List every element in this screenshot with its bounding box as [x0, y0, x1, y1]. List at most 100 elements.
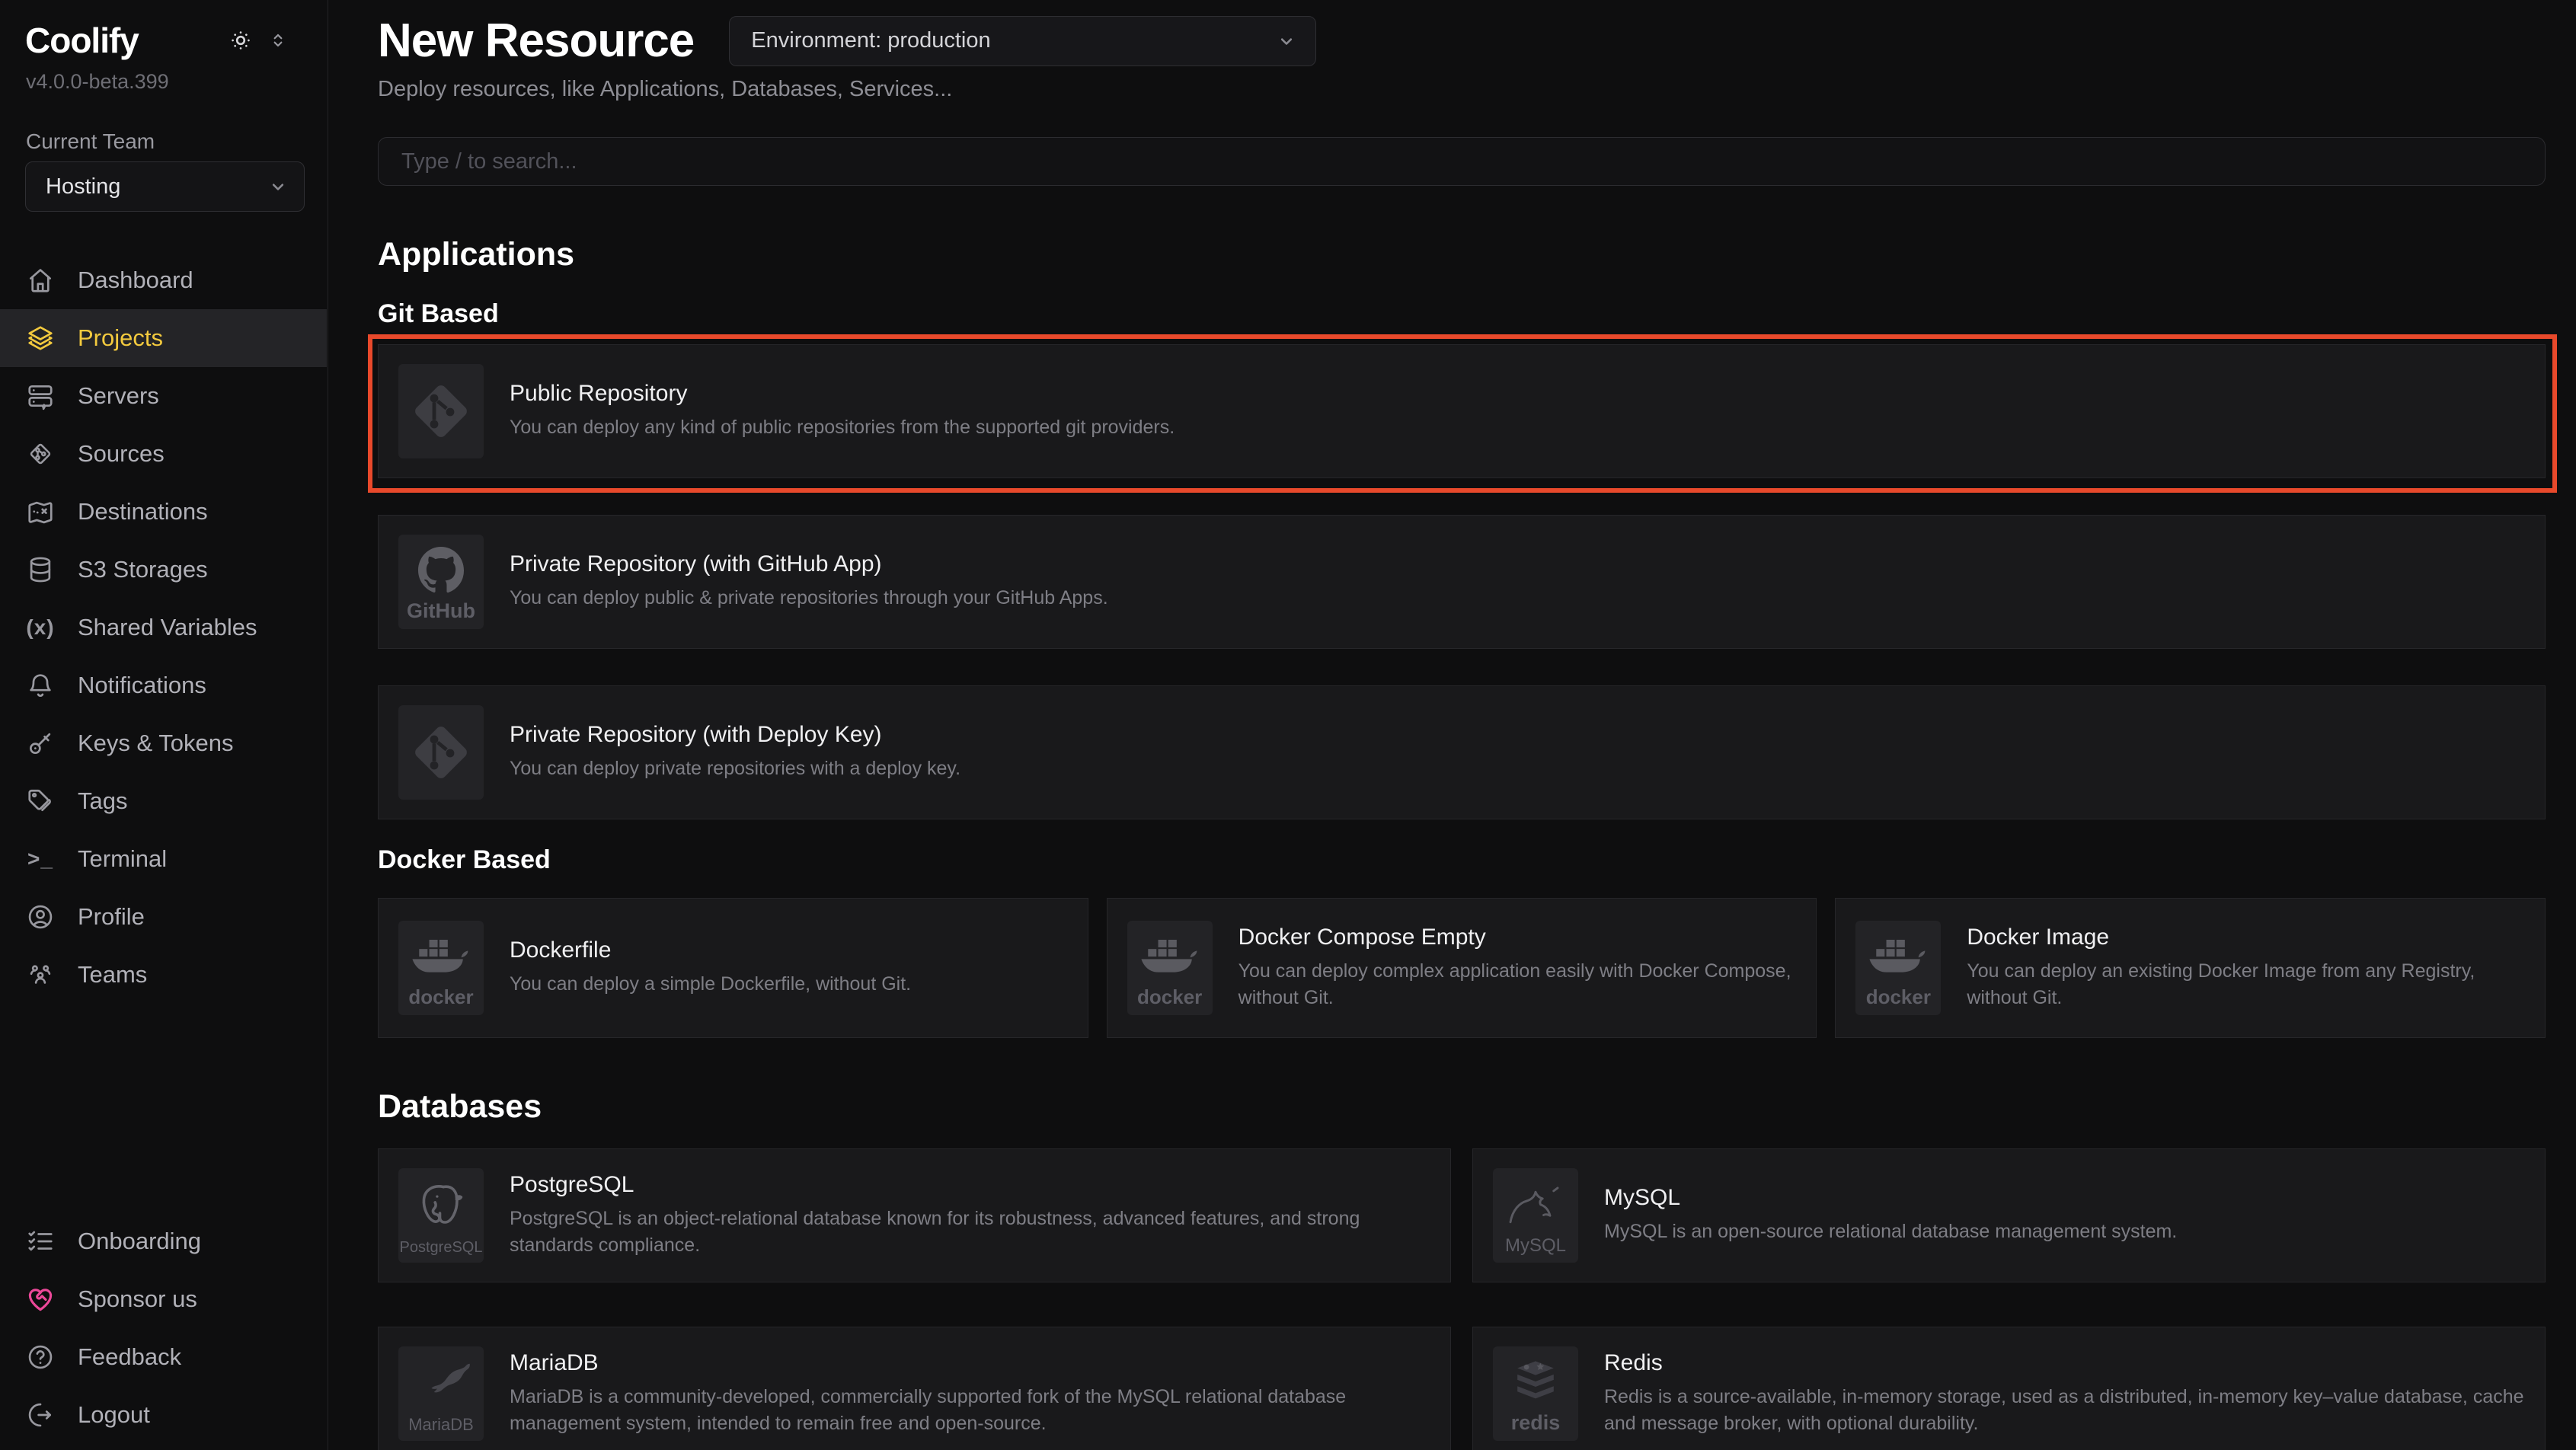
docker-based-heading: Docker Based	[378, 845, 2546, 875]
server-icon	[26, 382, 55, 410]
environment-select-value: Environment: production	[751, 28, 990, 53]
sidebar-item-shared-variables[interactable]: (x) Shared Variables	[0, 599, 327, 656]
coolify-app: Coolify v4.0.0-beta.399 Current Team Hos…	[0, 0, 2576, 1450]
sidebar-item-terminal[interactable]: >_ Terminal	[0, 830, 327, 888]
search-input[interactable]	[379, 138, 2545, 185]
team-select[interactable]: Hosting	[25, 161, 305, 212]
checklist-icon	[26, 1227, 55, 1256]
card-description: Redis is a source-available, in-memory s…	[1604, 1384, 2525, 1438]
docker-icon: docker	[1855, 921, 1941, 1015]
app-logo: Coolify	[25, 20, 139, 61]
git-icon	[398, 705, 484, 800]
sidebar-item-dashboard[interactable]: Dashboard	[0, 251, 327, 309]
mysql-wordmark: MySQL	[1505, 1235, 1566, 1257]
chevron-down-icon	[1276, 30, 1297, 52]
variables-icon: (x)	[26, 613, 55, 642]
brand-row: Coolify	[25, 20, 288, 61]
home-icon	[26, 266, 55, 295]
team-select-value: Hosting	[46, 174, 120, 200]
docker-card-list: docker Dockerfile You can deploy a simpl…	[378, 898, 2546, 1038]
git-card-list: Public Repository You can deploy any kin…	[378, 344, 2546, 819]
database-icon	[26, 555, 55, 584]
page-title: New Resource	[378, 14, 694, 68]
postgresql-icon: PostgreSQL	[398, 1168, 484, 1263]
sidebar-item-logout[interactable]: Logout	[0, 1386, 327, 1444]
git-icon	[398, 364, 484, 458]
card-mariadb[interactable]: MariaDB MariaDB MariaDB is a community-d…	[378, 1327, 1451, 1450]
sidebar-item-feedback[interactable]: Feedback	[0, 1328, 327, 1386]
sidebar-item-sponsor-us[interactable]: Sponsor us	[0, 1270, 327, 1328]
sidebar-item-teams[interactable]: Teams	[0, 946, 327, 1004]
card-description: PostgreSQL is an object-relational datab…	[510, 1206, 1430, 1260]
card-description: MySQL is an open-source relational datab…	[1604, 1218, 2177, 1246]
sidebar-item-onboarding[interactable]: Onboarding	[0, 1212, 327, 1270]
docker-icon: docker	[1127, 921, 1213, 1015]
current-team-label: Current Team	[26, 129, 155, 154]
mysql-icon: MySQL	[1493, 1168, 1578, 1263]
card-description: You can deploy an existing Docker Image …	[1967, 958, 2525, 1012]
card-title: Redis	[1604, 1350, 2525, 1376]
github-wordmark: GitHub	[407, 599, 475, 623]
applications-heading: Applications	[378, 236, 2546, 273]
app-version: v4.0.0-beta.399	[26, 70, 169, 94]
card-dockerfile[interactable]: docker Dockerfile You can deploy a simpl…	[378, 898, 1088, 1038]
card-title: Dockerfile	[510, 937, 911, 963]
mariadb-icon: MariaDB	[398, 1346, 484, 1441]
environment-select[interactable]: Environment: production	[729, 16, 1316, 66]
sidebar-item-projects[interactable]: Projects	[0, 309, 327, 367]
heart-handshake-icon	[26, 1285, 55, 1314]
sidebar-item-notifications[interactable]: Notifications	[0, 656, 327, 714]
card-docker-compose-empty[interactable]: docker Docker Compose Empty You can depl…	[1107, 898, 1817, 1038]
map-icon	[26, 497, 55, 526]
layers-icon	[26, 324, 55, 353]
sidebar-item-servers[interactable]: Servers	[0, 367, 327, 425]
databases-heading: Databases	[378, 1088, 2546, 1126]
docker-wordmark: docker	[1137, 985, 1202, 1009]
docker-wordmark: docker	[408, 985, 473, 1009]
card-description: You can deploy public & private reposito…	[510, 585, 1108, 612]
terminal-icon: >_	[26, 845, 55, 874]
bell-icon	[26, 671, 55, 700]
docker-wordmark: docker	[1866, 985, 1931, 1009]
card-title: MariaDB	[510, 1350, 1430, 1376]
help-circle-icon	[26, 1343, 55, 1372]
card-docker-image[interactable]: docker Docker Image You can deploy an ex…	[1835, 898, 2546, 1038]
card-postgresql[interactable]: PostgreSQL PostgreSQL PostgreSQL is an o…	[378, 1148, 1451, 1282]
sidebar-item-destinations[interactable]: Destinations	[0, 483, 327, 541]
redis-icon: redis	[1493, 1346, 1578, 1441]
card-private-repository-deploy-key[interactable]: Private Repository (with Deploy Key) You…	[378, 685, 2546, 819]
sidebar-item-keys-tokens[interactable]: Keys & Tokens	[0, 714, 327, 772]
sun-theme-icon[interactable]	[229, 28, 253, 53]
card-description: You can deploy private repositories with…	[510, 755, 960, 783]
sidebar-item-s3-storages[interactable]: S3 Storages	[0, 541, 327, 599]
card-title: Docker Compose Empty	[1238, 925, 1797, 950]
card-title: MySQL	[1604, 1185, 2177, 1211]
users-icon	[26, 960, 55, 989]
page-subtitle: Deploy resources, like Applications, Dat…	[378, 77, 2546, 102]
sidebar-item-profile[interactable]: Profile	[0, 888, 327, 946]
card-public-repository[interactable]: Public Repository You can deploy any kin…	[378, 344, 2546, 478]
postgresql-wordmark: PostgreSQL	[400, 1239, 483, 1257]
redis-wordmark: redis	[1511, 1411, 1561, 1435]
tag-icon	[26, 787, 55, 816]
card-title: Docker Image	[1967, 925, 2525, 950]
git-diamond-icon	[26, 439, 55, 468]
sidebar-item-sources[interactable]: Sources	[0, 425, 327, 483]
sidebar-item-tags[interactable]: Tags	[0, 772, 327, 830]
card-redis[interactable]: redis Redis Redis is a source-available,…	[1472, 1327, 2546, 1450]
card-private-repository-github-app[interactable]: GitHub Private Repository (with GitHub A…	[378, 515, 2546, 649]
card-description: MariaDB is a community-developed, commer…	[510, 1384, 1430, 1438]
card-title: Public Repository	[510, 381, 1175, 407]
chevrons-up-down-icon[interactable]	[268, 30, 288, 50]
card-description: You can deploy any kind of public reposi…	[510, 414, 1175, 442]
key-icon	[26, 729, 55, 758]
docker-icon: docker	[398, 921, 484, 1015]
git-based-heading: Git Based	[378, 299, 2546, 329]
card-mysql[interactable]: MySQL MySQL MySQL is an open-source rela…	[1472, 1148, 2546, 1282]
logout-icon	[26, 1400, 55, 1429]
sidebar: Coolify v4.0.0-beta.399 Current Team Hos…	[0, 0, 328, 1450]
card-description: You can deploy a simple Dockerfile, with…	[510, 971, 911, 998]
chevron-down-icon	[267, 176, 289, 197]
search-box	[378, 137, 2546, 186]
mariadb-wordmark: MariaDB	[408, 1415, 474, 1435]
